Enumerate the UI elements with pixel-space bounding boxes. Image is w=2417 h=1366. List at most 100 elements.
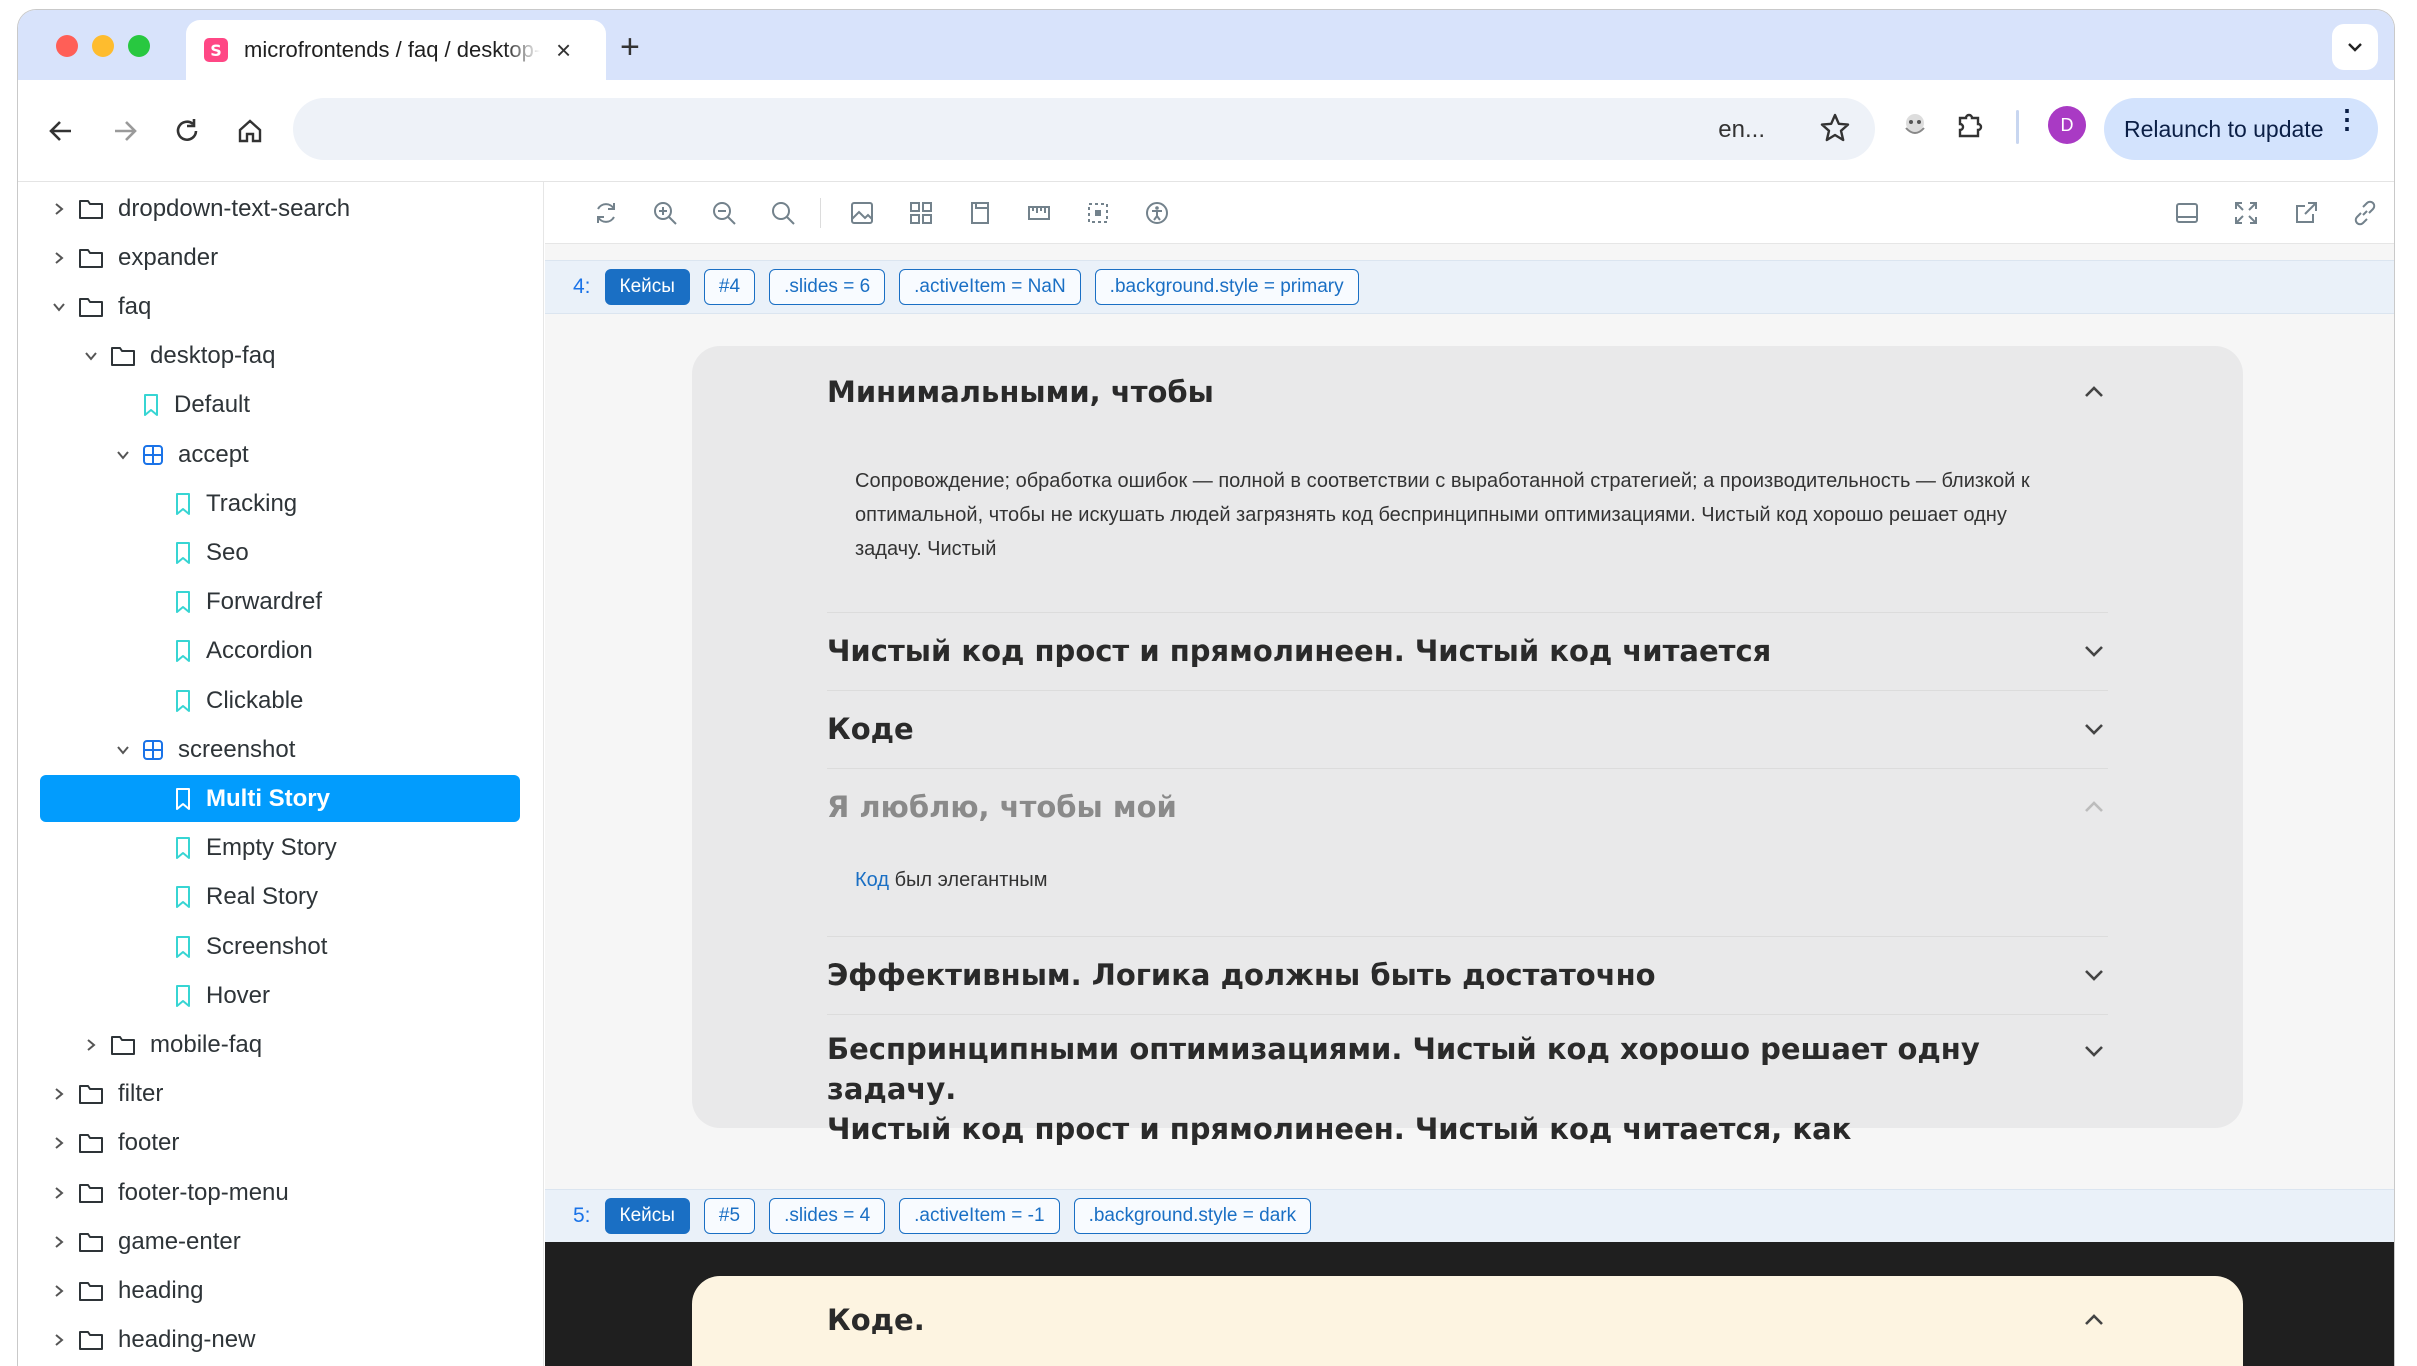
open-new-tab-icon[interactable]	[2293, 200, 2319, 226]
faq-item-collapsed[interactable]: Коде	[827, 691, 2108, 769]
chevron-right-icon[interactable]	[50, 1235, 68, 1249]
story-canvas: 4: Кейсы #4 .slides = 6 .activeItem = Na…	[545, 244, 2394, 1366]
sidebar-item-accordion[interactable]: Accordion	[40, 628, 520, 675]
reload-icon	[176, 119, 198, 141]
sidebar-item-empty-story[interactable]: Empty Story	[40, 825, 520, 872]
fullscreen-icon[interactable]	[2233, 200, 2259, 226]
sidebar-item-desktop-faq[interactable]: desktop-faq	[40, 333, 520, 380]
bookmark-icon	[174, 836, 192, 860]
minimize-window-button[interactable]	[92, 35, 114, 57]
chevron-right-icon[interactable]	[82, 1038, 100, 1052]
slides-chip: .slides = 6	[769, 269, 886, 305]
sidebar-item-label: Accordion	[206, 637, 313, 665]
sidebar-item-label: Hover	[206, 981, 271, 1009]
chevron-down-icon[interactable]	[114, 448, 132, 462]
accessibility-icon[interactable]	[1144, 200, 1170, 226]
extensions-puzzle-icon[interactable]	[1954, 108, 1988, 147]
sidebar-item-multi-story[interactable]: Multi Story	[40, 775, 520, 823]
sidebar-item-dropdown-text-search[interactable]: dropdown-text-search	[40, 185, 520, 232]
faq-item-collapsed[interactable]: Чистый код прост и прямолинеен. Чистый к…	[827, 613, 2108, 691]
addons-panel-icon[interactable]	[2174, 200, 2200, 226]
zoom-window-button[interactable]	[128, 35, 150, 57]
grid-icon[interactable]	[908, 200, 934, 226]
sidebar-item-hover[interactable]: Hover	[40, 972, 520, 1019]
folder-icon	[78, 1280, 104, 1302]
chevron-down-icon[interactable]	[82, 349, 100, 363]
faq-item-expanded-disabled[interactable]: Я люблю, чтобы мой Код был элегантным	[827, 769, 2108, 937]
faq-answer-link[interactable]: Код	[855, 869, 889, 891]
sidebar-item-mobile-faq[interactable]: mobile-faq	[40, 1021, 520, 1068]
outline-icon[interactable]	[1085, 200, 1111, 226]
back-button[interactable]	[42, 112, 80, 150]
zoom-out-icon[interactable]	[711, 200, 737, 226]
faq-item-collapsed[interactable]: Эффективным. Логика должны быть достаточ…	[827, 937, 2108, 1015]
tab-close-icon[interactable]: ×	[556, 35, 571, 66]
faq-item-expanded[interactable]: Минимальными, чтобы Сопровождение; обраб…	[827, 346, 2108, 613]
case-header-4: 4: Кейсы #4 .slides = 6 .activeItem = Na…	[545, 260, 2394, 314]
faq-question: Минимальными, чтобы	[827, 375, 1214, 409]
case-id-chip: #4	[703, 269, 756, 305]
chevron-down-icon[interactable]	[50, 300, 68, 314]
sidebar-item-faq[interactable]: faq	[40, 283, 520, 330]
sidebar-item-screenshot[interactable]: screenshot	[40, 726, 520, 773]
faq-question[interactable]: Коде.	[827, 1300, 1005, 1340]
sidebar-item-default[interactable]: Default	[40, 382, 520, 429]
chevron-down-icon[interactable]	[114, 743, 132, 757]
new-tab-button[interactable]: +	[620, 28, 640, 67]
chevron-right-icon[interactable]	[50, 1333, 68, 1347]
copy-link-icon[interactable]	[2352, 200, 2378, 226]
sidebar-item-footer-top-menu[interactable]: footer-top-menu	[40, 1169, 520, 1216]
chevron-right-icon[interactable]	[50, 1284, 68, 1298]
relaunch-to-update-button[interactable]: Relaunch to update ⋮	[2104, 98, 2378, 160]
forward-button[interactable]	[106, 112, 144, 150]
chevron-right-icon[interactable]	[50, 202, 68, 216]
viewport-icon[interactable]	[967, 200, 993, 226]
ruler-icon[interactable]	[1026, 200, 1052, 226]
sidebar-item-tracking[interactable]: Tracking	[40, 480, 520, 527]
sidebar-item-accept[interactable]: accept	[40, 431, 520, 478]
bookmark-icon	[174, 689, 192, 713]
remount-icon[interactable]	[593, 200, 619, 226]
folder-icon	[78, 1231, 104, 1253]
close-window-button[interactable]	[56, 35, 78, 57]
chevron-right-icon[interactable]	[50, 1186, 68, 1200]
sidebar-item-screenshot[interactable]: Screenshot	[40, 923, 520, 970]
zoom-reset-icon[interactable]	[770, 200, 796, 226]
more-menu-icon[interactable]: ⋮	[2334, 106, 2360, 132]
sidebar-item-clickable[interactable]: Clickable	[40, 677, 520, 724]
background-image-icon[interactable]	[849, 200, 875, 226]
chevron-right-icon[interactable]	[50, 251, 68, 265]
extension-ghost-icon[interactable]	[1898, 108, 1932, 147]
sidebar-item-expander[interactable]: expander	[40, 234, 520, 281]
bookmark-icon	[174, 787, 192, 811]
chevron-right-icon[interactable]	[50, 1087, 68, 1101]
relaunch-label: Relaunch to update	[2124, 115, 2324, 142]
sidebar-item-heading-new[interactable]: heading-new	[40, 1317, 520, 1364]
home-button[interactable]	[231, 112, 269, 150]
folder-icon	[78, 247, 104, 269]
address-bar[interactable]: en...	[293, 98, 1875, 160]
sidebar-item-seo[interactable]: Seo	[40, 529, 520, 576]
sidebar-item-filter[interactable]: filter	[40, 1071, 520, 1118]
toolbar-separator	[820, 198, 821, 228]
sidebar-item-forwardref[interactable]: Forwardref	[40, 579, 520, 626]
chevron-right-icon[interactable]	[50, 1136, 68, 1150]
zoom-in-icon[interactable]	[652, 200, 678, 226]
profile-avatar[interactable]: D	[2048, 106, 2086, 144]
active-tab[interactable]: S microfrontends / faq / desktop-faq ×	[186, 20, 606, 80]
reload-button[interactable]	[168, 112, 206, 150]
sidebar-item-footer[interactable]: footer	[40, 1120, 520, 1167]
faq-card-primary: Минимальными, чтобы Сопровождение; обраб…	[692, 346, 2243, 1146]
sidebar-item-heading[interactable]: heading	[40, 1267, 520, 1314]
tab-strip: S microfrontends / faq / desktop-faq × +	[18, 10, 2394, 80]
faq-question: Эффективным. Логика должны быть достаточ…	[827, 958, 1656, 992]
tab-search-button[interactable]	[2332, 24, 2378, 70]
faq-item-collapsed[interactable]: Беспринципными оптимизациями. Чистый код…	[827, 1015, 2108, 1146]
faq-answer-text: был элегантным	[889, 869, 1048, 891]
sidebar-item-game-enter[interactable]: game-enter	[40, 1218, 520, 1265]
faq-answer: Код был элегантным	[827, 863, 1048, 897]
sidebar-item-label: Tracking	[206, 489, 298, 517]
bookmark-star-icon[interactable]	[1819, 112, 1851, 149]
case-tag-chip: Кейсы	[604, 1198, 690, 1234]
sidebar-item-real-story[interactable]: Real Story	[40, 874, 520, 921]
